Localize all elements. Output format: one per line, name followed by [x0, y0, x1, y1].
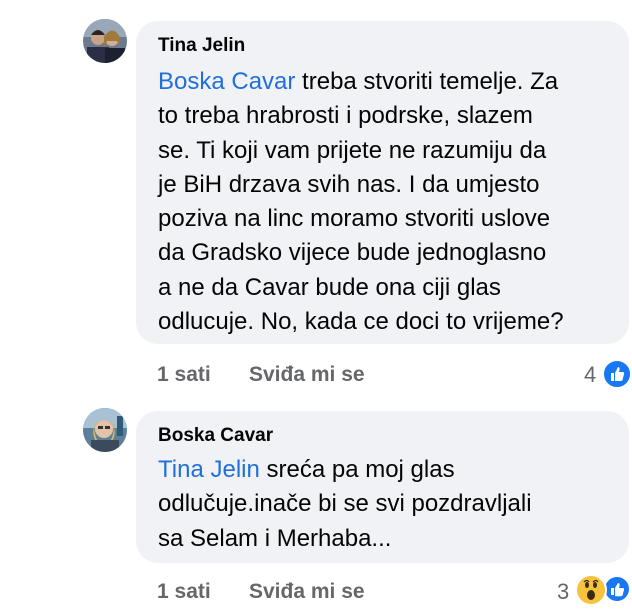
comment-timestamp[interactable]: 1 sati: [157, 363, 211, 387]
avatar-tina-jelin[interactable]: [83, 19, 127, 63]
comment-line: se. Ti koji vam prijete ne razumiju da: [158, 136, 547, 164]
like-button[interactable]: Sviđa mi se: [249, 580, 365, 604]
like-button[interactable]: Sviđa mi se: [249, 363, 365, 387]
avatar-boska-cavar[interactable]: [83, 408, 127, 452]
comment-line: Boska Cavar treba stvoriti temelje. Za: [158, 68, 559, 95]
reaction-count: 3: [557, 579, 570, 604]
reaction-count: 4: [584, 362, 597, 387]
comment-text: Tina Jelin sreća pa moj glas odlučuje.in…: [158, 453, 532, 556]
comment-line: sa Selam i Merhaba...: [158, 524, 392, 552]
comment-line: poziva na linc moramo stvoriti uslove: [158, 205, 551, 233]
comment-author[interactable]: Boska Cavar: [158, 425, 273, 447]
comment-timestamp[interactable]: 1 sati: [157, 580, 211, 604]
comment-line: je BiH drzava svih nas. I da umjesto: [158, 170, 540, 198]
comment-line: odlučuje.inače bi se svi pozdravljali: [158, 490, 532, 518]
like-icon: [602, 359, 632, 389]
comment-bubble: Boska Cavar Tina Jelin sreća pa moj glas…: [136, 411, 629, 563]
comment-line: Tina Jelin sreća pa moj glas: [158, 456, 455, 483]
comment-line: a ne da Cavar bude ona ciji glas: [158, 273, 501, 301]
wow-icon: [575, 574, 607, 606]
comment-line: da Gradsko vijece bude jednoglasno: [158, 239, 547, 267]
like-icon: [603, 575, 631, 603]
comment-author[interactable]: Tina Jelin: [158, 35, 245, 57]
comment-bubble: Tina Jelin Boska Cavar treba stvoriti te…: [136, 21, 629, 344]
comment-line: odlucuje. No, kada ce doci to vrijeme?: [158, 308, 564, 336]
mention-link[interactable]: Boska Cavar: [158, 68, 295, 95]
comment-text: Boska Cavar treba stvoriti temelje. Za t…: [158, 65, 564, 339]
mention-link[interactable]: Tina Jelin: [158, 456, 260, 483]
comment-line: to treba hrabrosti i podrske, slazem: [158, 102, 533, 130]
